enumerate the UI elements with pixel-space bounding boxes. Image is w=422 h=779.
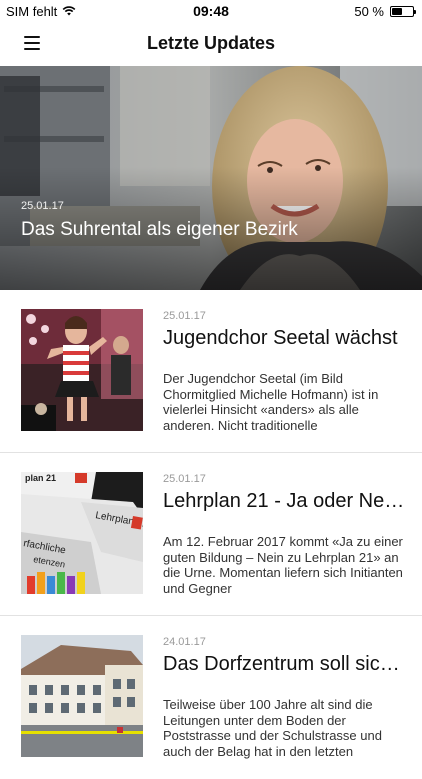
article-thumbnail: plan 21 Lehrplan 21 rfachliche etenzen: [21, 472, 143, 594]
status-bar: SIM fehlt 09:48 50 %: [0, 0, 422, 22]
nav-bar: Letzte Updates: [0, 22, 422, 66]
hero-headline: Das Suhrental als eigener Bezirk: [21, 219, 298, 240]
hero-image: [0, 66, 422, 290]
battery-icon: [390, 6, 416, 17]
page-title: Letzte Updates: [146, 33, 276, 53]
battery-fill: [392, 8, 402, 15]
list-item[interactable]: 25.01.17 Jugendchor Seetal wächst Der Ju…: [0, 290, 422, 453]
article-title: Lehrplan 21 - Ja oder Nein?: [163, 490, 407, 512]
list-item[interactable]: 24.01.17 Das Dorfzentrum soll sich verän…: [0, 616, 422, 779]
battery-percent: 50 %: [354, 4, 384, 19]
hero-date: 25.01.17: [21, 200, 64, 212]
article-thumbnail: [21, 635, 143, 757]
article-title: Jugendchor Seetal wächst: [163, 327, 398, 349]
article-teaser: Der Jugendchor Seetal (im Bild Chormitgl…: [163, 371, 379, 433]
list-item[interactable]: plan 21 Lehrplan 21 rfachliche etenzen 2…: [0, 453, 422, 616]
hero-article[interactable]: 25.01.17 Das Suhrental als eigener Bezir…: [0, 66, 422, 290]
article-date: 25.01.17: [163, 473, 206, 485]
status-right: 50 %: [354, 4, 416, 19]
article-date: 25.01.17: [163, 310, 206, 322]
thumb-text-1: plan 21: [25, 473, 56, 483]
article-date: 24.01.17: [163, 636, 206, 648]
article-title: Das Dorfzentrum soll sich verändern: [163, 653, 407, 675]
article-thumbnail: [21, 309, 143, 431]
article-teaser: Am 12. Februar 2017 kommt «Ja zu einer g…: [163, 534, 403, 596]
